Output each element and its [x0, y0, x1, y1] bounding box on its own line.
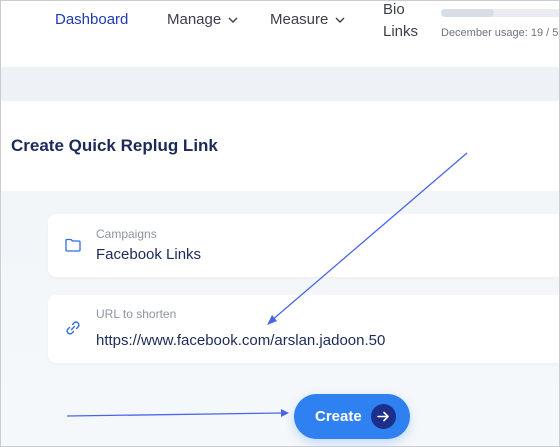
url-label: URL to shorten	[96, 307, 177, 321]
top-navigation: Dashboard Manage Measure Bio Links Decem…	[1, 1, 560, 67]
link-icon	[66, 321, 80, 335]
folder-icon	[65, 238, 81, 252]
header-spacer	[1, 67, 559, 101]
nav-bio-links[interactable]: Bio Links	[383, 1, 423, 43]
campaigns-label: Campaigns	[96, 227, 157, 241]
nav-measure[interactable]: Measure	[270, 11, 346, 29]
create-button-label: Create	[315, 408, 362, 425]
nav-manage-label: Manage	[167, 11, 222, 28]
nav-manage[interactable]: Manage	[167, 11, 239, 29]
nav-dashboard-label: Dashboard	[55, 11, 129, 28]
usage-text: December usage: 19 / 50	[441, 27, 560, 39]
chevron-down-icon	[335, 17, 345, 23]
campaigns-value: Facebook Links	[96, 246, 202, 263]
url-input[interactable]: URL to shorten https://www.facebook.com/…	[48, 295, 559, 363]
usage-progress-bar	[441, 9, 559, 17]
chevron-down-icon	[228, 17, 238, 23]
url-value: https://www.facebook.com/arslan.jadoon.5…	[96, 332, 386, 349]
create-button[interactable]: Create	[294, 394, 410, 439]
campaigns-select[interactable]: Campaigns Facebook Links	[48, 214, 559, 277]
app-frame: Dashboard Manage Measure Bio Links Decem…	[0, 0, 560, 447]
nav-dashboard[interactable]: Dashboard	[55, 11, 128, 29]
nav-measure-label: Measure	[270, 11, 329, 28]
usage-progress-fill	[441, 9, 495, 17]
page-title: Create Quick Replug Link	[11, 136, 218, 155]
arrow-right-icon	[371, 404, 396, 429]
